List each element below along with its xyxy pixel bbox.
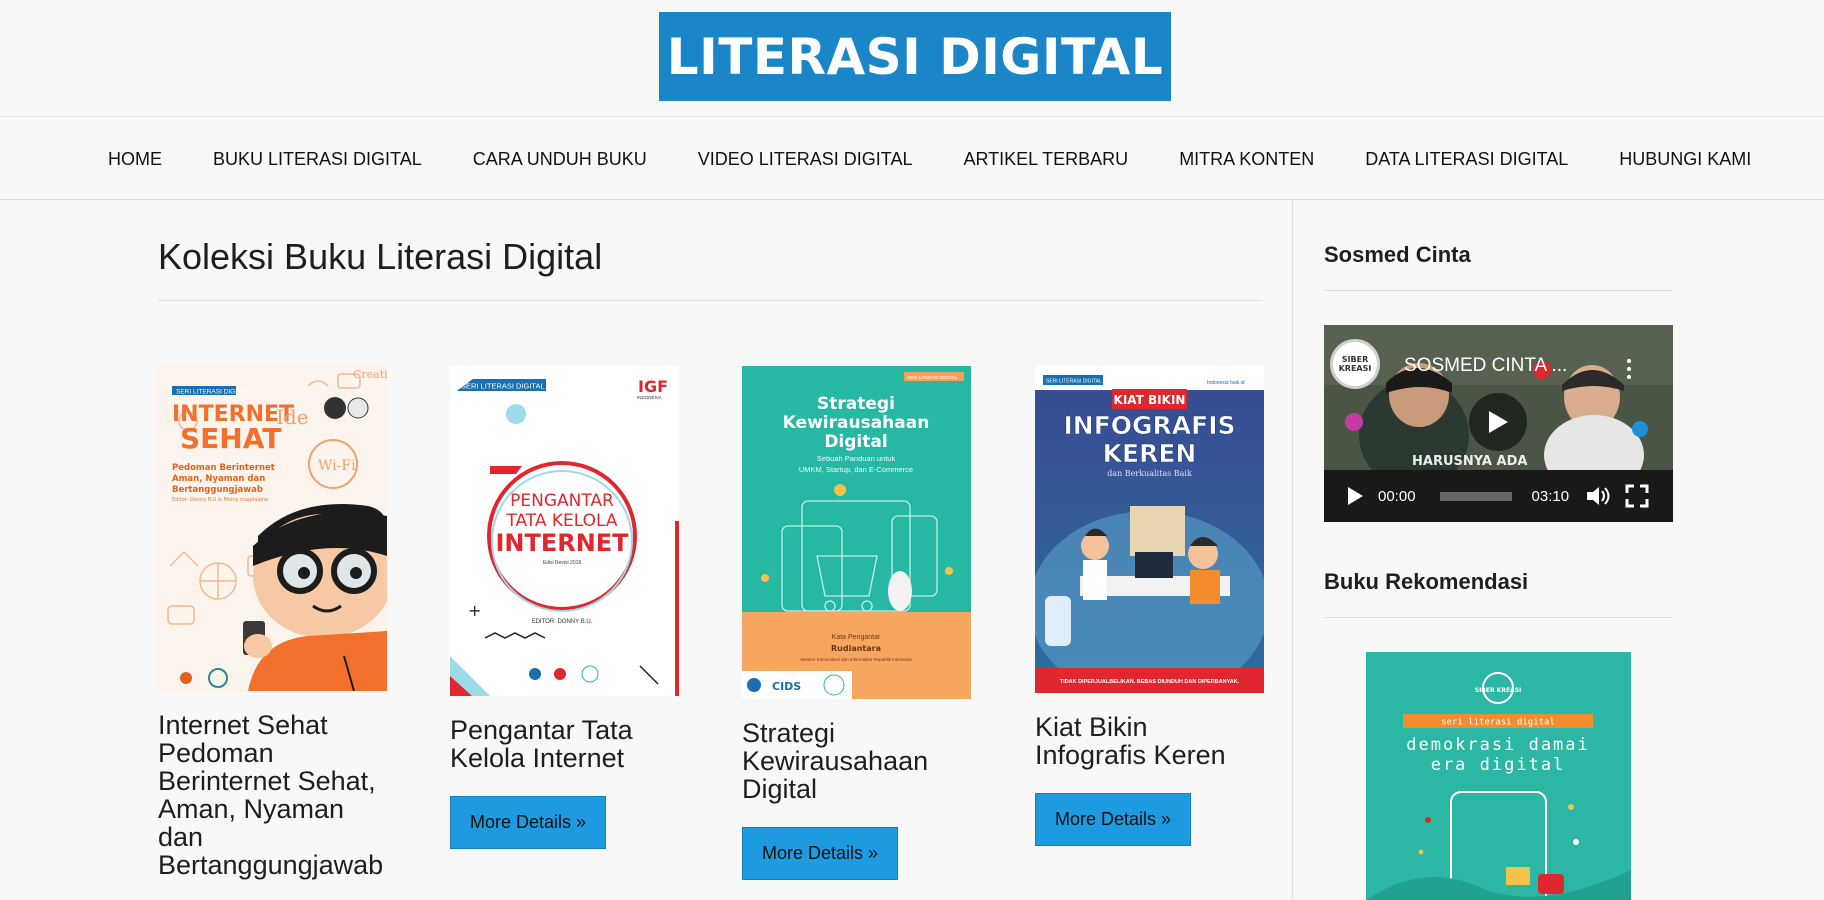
book-cover[interactable]: SERI LITERASI DIGITAL IGF INDONESIA PENG… bbox=[450, 366, 679, 696]
nav-item-cara-unduh-buku[interactable]: CARA UNDUH BUKU bbox=[473, 149, 647, 170]
cover-footer: TIDAK DIPERJUALBELIKAN. BEBAS DIUNDUH DA… bbox=[1060, 679, 1240, 685]
cover-sub-2: UMKM, Startup, dan E-Commerce bbox=[799, 465, 913, 474]
rec-brand: SIBER KREASI bbox=[1475, 687, 1522, 694]
cover-wifi: Wi-Fi bbox=[318, 458, 356, 474]
book-card: SERI LITERASI DIGITAL Strategi Kewirausa… bbox=[742, 366, 972, 880]
cover-series: SERI LITERASI DIGITAL bbox=[907, 375, 958, 380]
cover-headline-2: SEHAT bbox=[180, 422, 281, 455]
book-cover-art-tata-kelola: SERI LITERASI DIGITAL IGF INDONESIA PENG… bbox=[450, 366, 679, 696]
channel-avatar[interactable]: SIBER KREASI bbox=[1330, 339, 1380, 389]
cover-series: SERI LITERASI DIGITAL bbox=[176, 389, 249, 396]
more-details-button[interactable]: More Details » bbox=[1035, 793, 1192, 846]
more-details-button[interactable]: More Details » bbox=[450, 796, 607, 849]
book-cover-art-infografis: SERI LITERASI DIGITAL Indonesia baik.id … bbox=[1035, 366, 1264, 693]
cover-series: SERI LITERASI DIGITAL bbox=[461, 382, 545, 391]
channel-logo-text: SIBER KREASI bbox=[1338, 355, 1372, 373]
cover-brand: IGF bbox=[638, 377, 668, 396]
svg-text:+: + bbox=[468, 601, 481, 620]
more-options-icon[interactable] bbox=[1627, 359, 1631, 379]
cover-line-3: Digital bbox=[824, 432, 887, 452]
cover-line-1: Strategi bbox=[817, 394, 895, 414]
video-progress-bar[interactable] bbox=[1439, 491, 1512, 501]
book-cover-art-internet-sehat: SERI LITERASI DIGITAL INTERNET SEHAT Ide… bbox=[158, 366, 387, 691]
more-details-button[interactable]: More Details » bbox=[742, 827, 899, 880]
cover-line-3: INTERNET bbox=[495, 529, 629, 557]
book-card: SERI LITERASI DIGITAL Indonesia baik.id … bbox=[1035, 366, 1265, 846]
recommended-book-cover[interactable]: SIBER KREASI seri literasi digital demok… bbox=[1366, 652, 1631, 900]
main-content: Koleksi Buku Literasi Digital SERI LITER… bbox=[0, 200, 1293, 900]
nav-item-mitra-konten[interactable]: MITRA KONTEN bbox=[1179, 149, 1314, 170]
book-title[interactable]: Kiat Bikin Infografis Keren bbox=[1035, 713, 1265, 769]
rec-line-1: demokrasi damai bbox=[1406, 735, 1590, 755]
widget-title-buku-rekomendasi: Buku Rekomendasi bbox=[1324, 569, 1529, 594]
cover-foreword: Kata Pengantar bbox=[832, 634, 881, 641]
book-card: SERI LITERASI DIGITAL INTERNET SEHAT Ide… bbox=[158, 366, 388, 879]
svg-text:Pedoman Berinternet: Pedoman Berinternet bbox=[172, 463, 275, 473]
play-icon bbox=[1489, 411, 1508, 433]
cover-tag: KIAT BIKIN bbox=[1114, 393, 1186, 407]
widget-divider bbox=[1324, 290, 1673, 291]
book-title[interactable]: Pengantar Tata Kelola Internet bbox=[450, 716, 680, 772]
title-divider bbox=[158, 300, 1263, 301]
book-cover[interactable]: SERI LITERASI DIGITAL Strategi Kewirausa… bbox=[742, 366, 971, 699]
nav-item-artikel-terbaru[interactable]: ARTIKEL TERBARU bbox=[963, 149, 1128, 170]
play-button-icon[interactable] bbox=[1346, 486, 1364, 506]
cover-series: SERI LITERASI DIGITAL bbox=[1046, 379, 1102, 385]
svg-text:Bertanggungjawab: Bertanggungjawab bbox=[172, 485, 263, 495]
book-title[interactable]: Strategi Kewirausahaan Digital bbox=[742, 719, 972, 803]
cover-line-1: PENGANTAR bbox=[510, 491, 614, 511]
nav-item-data-literasi-digital[interactable]: DATA LITERASI DIGITAL bbox=[1365, 149, 1568, 170]
book-cover-art-strategi: SERI LITERASI DIGITAL Strategi Kewirausa… bbox=[742, 366, 971, 699]
video-player[interactable]: HARUSNYA ADA SIBER KREASI SOSMED CINTA .… bbox=[1324, 325, 1673, 522]
rec-tag: seri literasi digital bbox=[1441, 718, 1555, 728]
video-duration: 03:10 bbox=[1531, 487, 1570, 505]
sidebar-divider bbox=[1292, 200, 1293, 900]
book-title[interactable]: Internet Sehat Pedoman Berinternet Sehat… bbox=[158, 711, 388, 879]
rec-line-2: era digital bbox=[1431, 755, 1566, 775]
site-header: LITERASI DIGITAL bbox=[0, 0, 1824, 116]
cover-editor: EDITOR: DONNY B.U. bbox=[532, 619, 593, 625]
cover-creati: Creati bbox=[353, 368, 387, 381]
cover-author: Rudiantara bbox=[831, 644, 881, 653]
cover-sub-1: Sebuah Panduan untuk bbox=[817, 454, 896, 463]
page-title: Koleksi Buku Literasi Digital bbox=[158, 236, 603, 277]
cover-brand: Indonesia baik.id bbox=[1207, 380, 1245, 386]
cover-line-2: Kewirausahaan bbox=[783, 413, 930, 433]
recommended-book-art: SIBER KREASI seri literasi digital demok… bbox=[1366, 652, 1631, 900]
nav-item-hubungi-kami[interactable]: HUBUNGI KAMI bbox=[1619, 149, 1751, 170]
main-nav: HOME BUKU LITERASI DIGITAL CARA UNDUH BU… bbox=[0, 116, 1824, 200]
widget-divider bbox=[1324, 617, 1673, 618]
cover-brand-sub: INDONESIA bbox=[637, 395, 662, 400]
svg-text:Aman, Nyaman dan: Aman, Nyaman dan bbox=[172, 474, 265, 484]
video-caption: HARUSNYA ADA bbox=[1412, 454, 1527, 469]
video-controls: 00:00 03:10 bbox=[1324, 470, 1673, 522]
cover-editor: Editor: Donny B.U & Meiny magdalena bbox=[172, 497, 268, 503]
book-card: SERI LITERASI DIGITAL IGF INDONESIA PENG… bbox=[450, 366, 680, 849]
volume-icon[interactable] bbox=[1585, 485, 1611, 507]
fullscreen-icon[interactable] bbox=[1625, 484, 1649, 508]
cover-line-1: INFOGRAFIS bbox=[1063, 411, 1235, 440]
video-current-time: 00:00 bbox=[1378, 487, 1416, 505]
cover-author-sub: Menteri Komunikasi dan Informatika Repub… bbox=[800, 657, 912, 662]
cover-line-2: TATA KELOLA bbox=[505, 511, 617, 531]
nav-item-buku-literasi-digital[interactable]: BUKU LITERASI DIGITAL bbox=[213, 149, 422, 170]
cover-edition: Edisi Revisi 2018 bbox=[543, 560, 582, 566]
video-title[interactable]: SOSMED CINTA ... bbox=[1404, 355, 1567, 377]
site-logo-text: LITERASI DIGITAL bbox=[666, 27, 1164, 86]
cover-logo-a: CIDS bbox=[772, 680, 801, 693]
site-logo[interactable]: LITERASI DIGITAL bbox=[659, 12, 1171, 101]
cover-line-2: KEREN bbox=[1103, 439, 1197, 468]
cover-sub: dan Berkualitas Baik bbox=[1107, 469, 1192, 478]
cover-ide: Ide bbox=[276, 405, 309, 429]
nav-item-home[interactable]: HOME bbox=[108, 149, 162, 170]
play-overlay-button[interactable] bbox=[1469, 393, 1527, 451]
book-cover[interactable]: SERI LITERASI DIGITAL INTERNET SEHAT Ide… bbox=[158, 366, 387, 691]
widget-title-sosmed-cinta: Sosmed Cinta bbox=[1324, 242, 1471, 267]
nav-item-video-literasi-digital[interactable]: VIDEO LITERASI DIGITAL bbox=[698, 149, 913, 170]
book-cover[interactable]: SERI LITERASI DIGITAL Indonesia baik.id … bbox=[1035, 366, 1264, 693]
